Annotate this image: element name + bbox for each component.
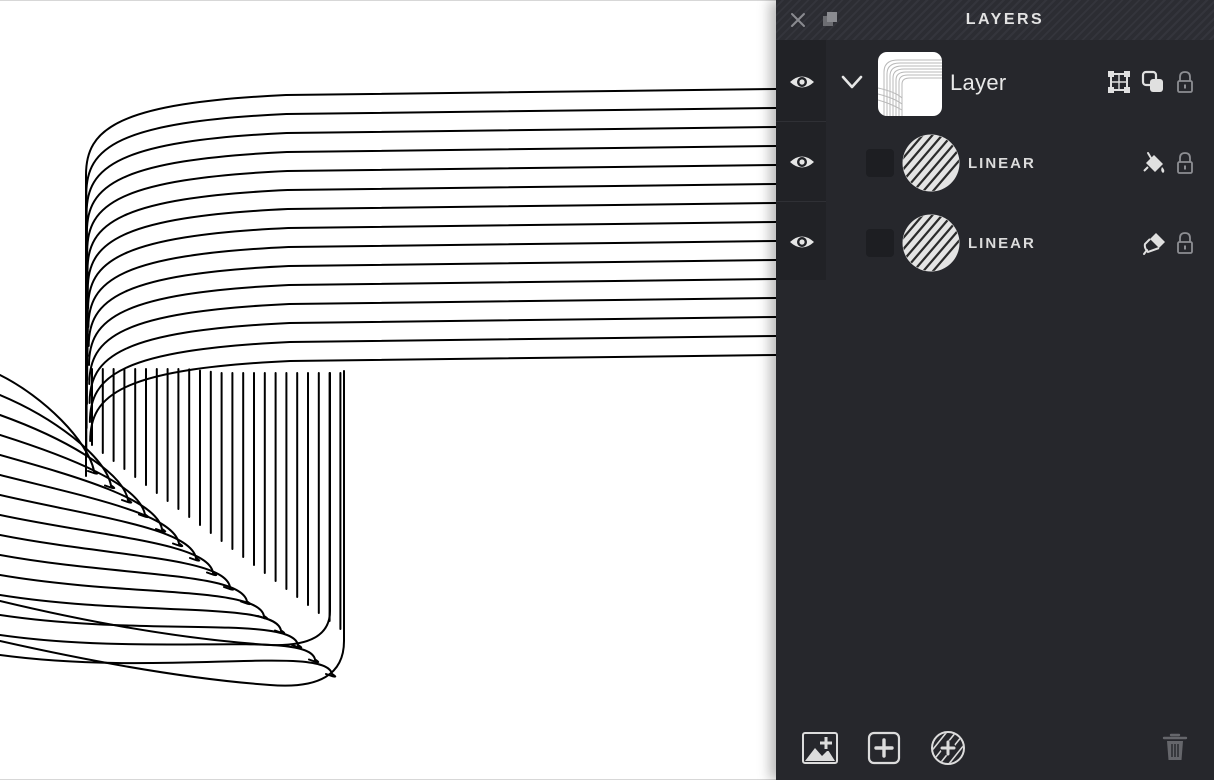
layer-name[interactable]: LINEAR xyxy=(968,155,1036,172)
layer-thumbnail xyxy=(878,52,942,116)
eye-icon[interactable] xyxy=(788,152,816,172)
ribbon-lower-line xyxy=(0,514,218,577)
ribbon-edge xyxy=(0,372,331,647)
linear-effect-thumbnail xyxy=(902,214,960,272)
add-image-icon[interactable] xyxy=(802,730,838,766)
lock-icon[interactable] xyxy=(1172,230,1198,256)
layer-row-linear[interactable]: LINEAR xyxy=(776,122,1214,202)
canvas-artwork xyxy=(0,88,776,687)
paint-brush-icon[interactable] xyxy=(1142,230,1168,256)
ribbon-line xyxy=(86,164,776,381)
layer-select-checkbox[interactable] xyxy=(866,229,894,257)
trash-icon[interactable] xyxy=(1158,730,1194,766)
linear-effect-thumbnail xyxy=(902,134,960,192)
paint-bucket-icon[interactable] xyxy=(1142,150,1168,176)
layer-select-checkbox[interactable] xyxy=(866,149,894,177)
lock-icon[interactable] xyxy=(1172,150,1198,176)
lock-icon[interactable] xyxy=(1172,69,1198,95)
panel-header: LAYERS xyxy=(776,0,1214,40)
ribbon-lower-line xyxy=(0,474,184,548)
add-effect-icon[interactable] xyxy=(930,730,966,766)
ribbon-line xyxy=(88,335,776,423)
canvas[interactable] xyxy=(0,0,776,780)
layers-panel: LAYERS Layer LINEAR LINEAR xyxy=(776,0,1214,780)
ribbon-lower-line xyxy=(0,534,235,591)
layer-row-group[interactable]: Layer xyxy=(776,42,1214,122)
ribbon-line xyxy=(89,354,776,442)
layer-name[interactable]: LINEAR xyxy=(968,235,1036,252)
eye-icon[interactable] xyxy=(788,72,816,92)
ribbon-line xyxy=(86,183,776,357)
layer-name[interactable]: Layer xyxy=(950,70,1007,96)
eye-icon[interactable] xyxy=(788,232,816,252)
chevron-down-icon[interactable] xyxy=(840,72,864,92)
transform-icon[interactable] xyxy=(1106,69,1132,95)
add-layer-icon[interactable] xyxy=(866,730,902,766)
ribbon-lower-line xyxy=(0,634,320,664)
panel-title: LAYERS xyxy=(965,11,1045,28)
layer-row-linear[interactable]: LINEAR xyxy=(776,202,1214,282)
blend-mode-icon[interactable] xyxy=(1140,69,1166,95)
